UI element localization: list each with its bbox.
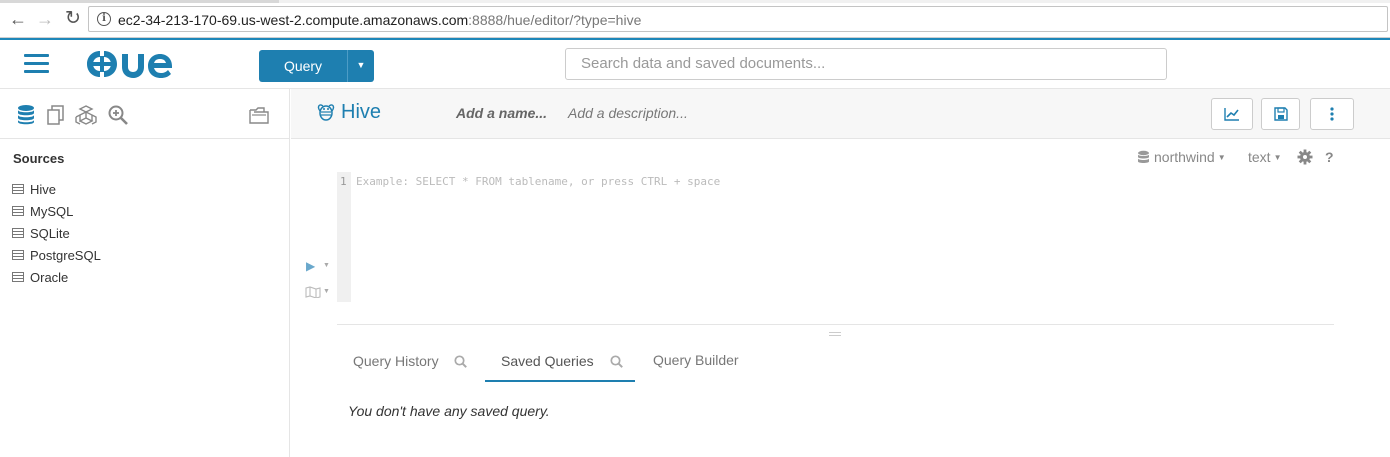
zoom-in-icon[interactable] xyxy=(107,104,129,126)
url-text: ec2-34-213-170-69.us-west-2.compute.amaz… xyxy=(118,12,641,28)
folder-open-icon[interactable] xyxy=(248,104,270,126)
chevron-down-icon[interactable]: ▼ xyxy=(323,262,330,269)
chart-button[interactable] xyxy=(1211,98,1253,130)
caret-down-icon: ▼ xyxy=(1273,153,1282,162)
editor-type-title: Hive xyxy=(341,101,382,123)
database-icon[interactable] xyxy=(15,104,37,126)
format-name: text xyxy=(1248,149,1271,165)
server-icon xyxy=(12,272,24,282)
source-label: PostgreSQL xyxy=(30,247,101,263)
left-assist-panel: Sources Hive MySQL SQLite PostgreSQL Ora… xyxy=(0,89,290,457)
address-bar[interactable]: i ec2-34-213-170-69.us-west-2.compute.am… xyxy=(88,6,1388,32)
chevron-down-icon[interactable]: ▼ xyxy=(347,50,374,82)
tab-query-history[interactable]: Query History xyxy=(353,345,468,382)
search-icon[interactable] xyxy=(609,355,623,368)
cubes-icon[interactable] xyxy=(75,104,97,126)
tab-saved-queries[interactable]: Saved Queries xyxy=(485,345,635,382)
play-icon[interactable]: ▶ xyxy=(306,259,315,273)
database-selector[interactable]: northwind ▼ xyxy=(1137,149,1226,165)
save-button[interactable] xyxy=(1261,98,1300,130)
documents-icon[interactable] xyxy=(45,104,67,126)
resize-handle[interactable] xyxy=(829,332,841,336)
results-tabs: Query History Saved Queries Query Builde… xyxy=(337,345,1037,382)
query-button-label: Query xyxy=(283,58,323,74)
source-item-hive[interactable]: Hive xyxy=(12,178,101,200)
hive-bee-icon xyxy=(317,104,335,121)
source-item-mysql[interactable]: MySQL xyxy=(12,200,101,222)
empty-state-message: You don't have any saved query. xyxy=(348,403,550,419)
database-icon xyxy=(1138,150,1149,163)
server-icon xyxy=(12,250,24,260)
reload-icon[interactable]: ↻ xyxy=(63,9,83,29)
query-description-field[interactable]: Add a description... xyxy=(568,105,688,121)
tab-label: Query Builder xyxy=(653,352,739,368)
server-icon xyxy=(12,228,24,238)
sources-list: Hive MySQL SQLite PostgreSQL Oracle xyxy=(12,178,101,288)
server-icon xyxy=(12,206,24,216)
search-input[interactable]: Search data and saved documents... xyxy=(565,48,1167,80)
line-chart-icon xyxy=(1224,108,1239,121)
editor-gutter xyxy=(337,172,351,302)
search-icon[interactable] xyxy=(454,355,468,368)
editor-divider xyxy=(337,324,1334,325)
source-item-oracle[interactable]: Oracle xyxy=(12,266,101,288)
url-path: :8888/hue/editor/?type=hive xyxy=(468,12,642,28)
more-options-button[interactable] xyxy=(1310,98,1354,130)
source-label: SQLite xyxy=(30,225,70,241)
source-item-sqlite[interactable]: SQLite xyxy=(12,222,101,244)
hamburger-menu-icon[interactable] xyxy=(24,54,49,74)
floppy-disk-icon xyxy=(1273,107,1288,121)
url-host: ec2-34-213-170-69.us-west-2.compute.amaz… xyxy=(118,12,469,28)
browser-toolbar: ← → ↻ i ec2-34-213-170-69.us-west-2.comp… xyxy=(0,0,1390,38)
back-arrow-icon[interactable]: ← xyxy=(8,9,28,29)
forward-arrow-icon[interactable]: → xyxy=(35,9,55,29)
source-label: Hive xyxy=(30,181,57,197)
source-item-postgresql[interactable]: PostgreSQL xyxy=(12,244,101,266)
tab-label: Saved Queries xyxy=(501,353,594,369)
query-dropdown-button[interactable]: Query ▼ xyxy=(259,50,374,82)
hue-navbar: Query ▼ Search data and saved documents.… xyxy=(0,38,1390,89)
site-info-icon[interactable]: i xyxy=(97,12,111,26)
help-icon[interactable]: ? xyxy=(1325,149,1334,165)
format-selector[interactable]: text ▼ xyxy=(1248,149,1282,165)
sources-heading: Sources xyxy=(13,151,65,166)
editor-header: Hive Add a name... Add a description... xyxy=(291,89,1390,139)
gear-icon[interactable] xyxy=(1297,149,1313,165)
source-label: MySQL xyxy=(30,203,74,219)
server-icon xyxy=(12,184,24,194)
hue-logo[interactable] xyxy=(84,48,184,80)
sql-editor[interactable]: Example: SELECT * FROM tablename, or pre… xyxy=(356,175,720,188)
query-name-field[interactable]: Add a name... xyxy=(456,105,547,121)
database-name: northwind xyxy=(1154,149,1215,165)
tab-strip-edge xyxy=(0,0,1390,3)
tab-label: Query History xyxy=(353,353,439,369)
vertical-ellipsis-icon xyxy=(1330,107,1334,121)
map-icon[interactable] xyxy=(305,286,321,298)
assist-panel-tabs xyxy=(0,89,290,139)
tab-query-builder[interactable]: Query Builder xyxy=(653,345,739,382)
source-label: Oracle xyxy=(30,269,69,285)
caret-down-icon: ▼ xyxy=(1217,152,1226,162)
line-number: 1 xyxy=(340,175,347,188)
chevron-down-icon[interactable]: ▼ xyxy=(323,288,330,295)
